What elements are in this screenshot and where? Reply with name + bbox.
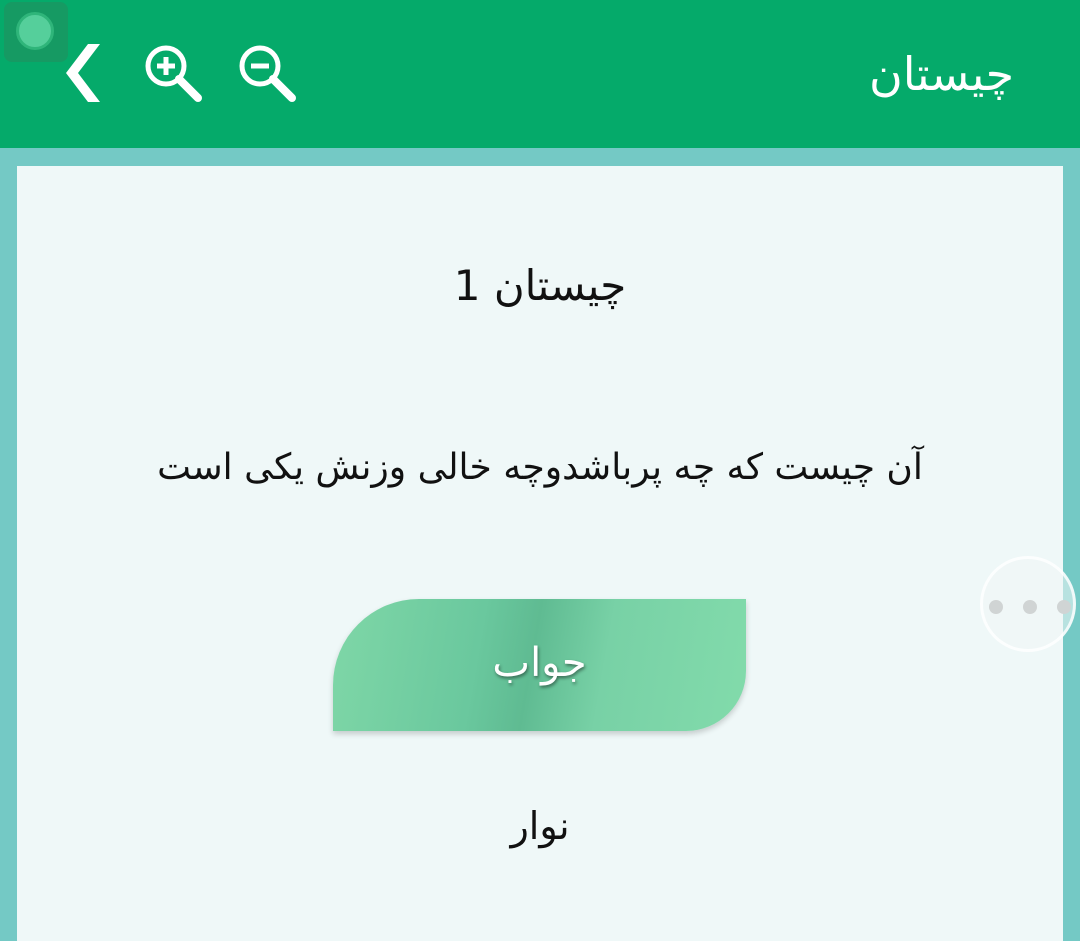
side-menu-handle[interactable] — [980, 556, 1076, 652]
more-dots-icon — [989, 600, 1003, 614]
answer-text: نوار — [510, 804, 570, 848]
zoom-out-icon[interactable] — [234, 40, 300, 106]
app-bar: چیستان — [0, 0, 1080, 148]
riddle-card: چیستان 1 آن چیست که چه پرباشدوچه خالی وز… — [17, 166, 1063, 941]
zoom-in-icon[interactable] — [140, 40, 206, 106]
riddle-title: چیستان 1 — [453, 261, 627, 310]
more-dots-icon — [1023, 600, 1037, 614]
answer-button[interactable]: جواب — [333, 599, 746, 731]
floating-dot-icon — [16, 12, 54, 50]
app-title: چیستان — [868, 47, 1014, 101]
answer-button-label: جواب — [492, 640, 587, 686]
more-dots-icon — [1057, 600, 1071, 614]
riddle-question: آن چیست که چه پرباشدوچه خالی وزنش یکی اس… — [157, 447, 923, 488]
chevron-left-icon[interactable] — [50, 38, 110, 108]
